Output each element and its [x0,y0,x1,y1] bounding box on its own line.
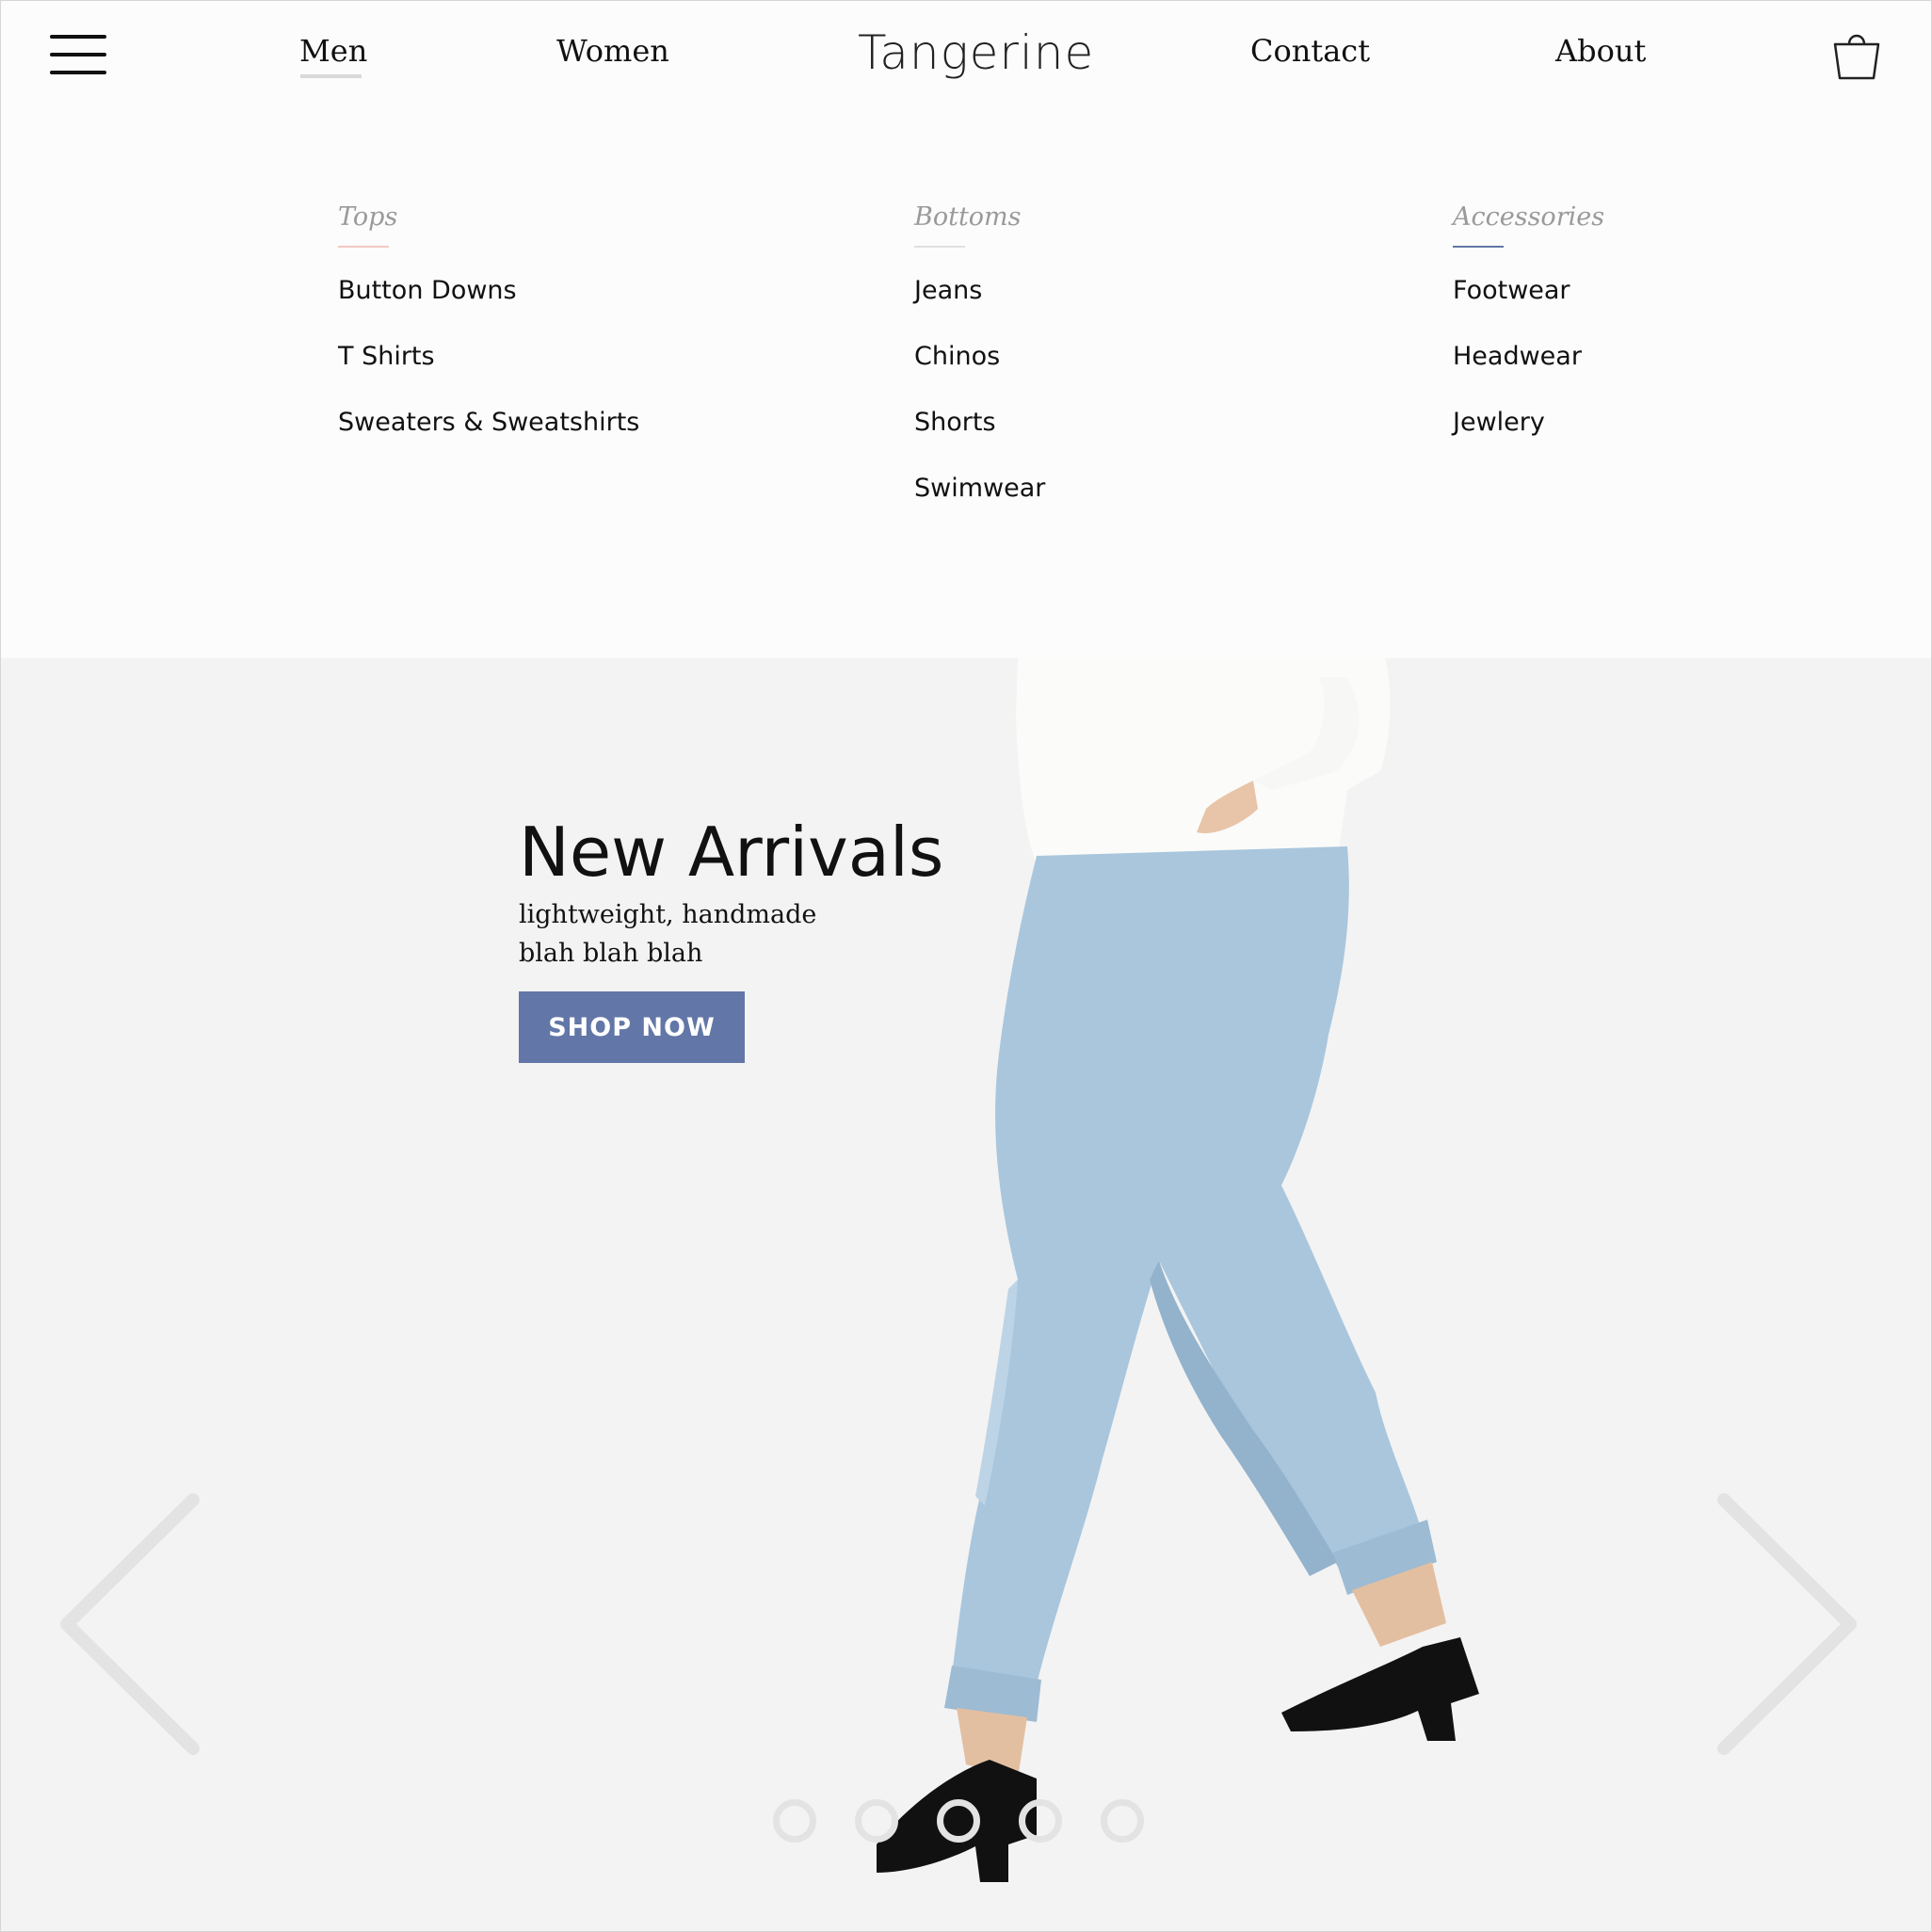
carousel-dot[interactable] [1101,1799,1144,1843]
shop-now-button[interactable]: SHOP NOW [519,991,745,1063]
nav-contact[interactable]: Contact [1250,33,1370,69]
menu-item-headwear[interactable]: Headwear [1453,340,1604,374]
carousel-next-arrow-icon[interactable] [1709,1490,1860,1763]
mega-menu: Tops Button Downs T Shirts Sweaters & Sw… [1,114,1931,658]
hero-title: New Arrivals [519,813,944,892]
menu-item-jewlery[interactable]: Jewlery [1453,406,1604,440]
menu-column-tops: Tops Button Downs T Shirts Sweaters & Sw… [338,201,639,472]
menu-item-jeans[interactable]: Jeans [914,274,1045,308]
shopping-bag-icon[interactable] [1832,27,1881,84]
menu-item-chinos[interactable]: Chinos [914,340,1045,374]
column-title-bottoms: Bottoms [914,202,1022,232]
hero-subtitle: lightweight, handmade blah blah blah [519,900,817,968]
menu-column-accessories: Accessories Footwear Headwear Jewlery [1453,201,1604,472]
column-title-accessories: Accessories [1453,202,1605,232]
column-title-tops: Tops [338,202,398,232]
hero-carousel [1,658,1931,1931]
menu-item-swimwear[interactable]: Swimwear [914,472,1045,506]
column-underline [338,246,389,248]
nav-about[interactable]: About [1555,33,1646,69]
menu-item-shorts[interactable]: Shorts [914,406,1045,440]
carousel-dot[interactable] [855,1799,898,1843]
carousel-pagination [773,1799,1159,1856]
brand-logo[interactable]: Tangerine [858,25,1094,80]
column-underline [1453,246,1504,248]
site-header: Men Women Tangerine Contact About [1,1,1931,114]
carousel-prev-arrow-icon[interactable] [57,1490,208,1763]
page-frame: Men Women Tangerine Contact About Tops B… [0,0,1932,1932]
menu-item-sweaters[interactable]: Sweaters & Sweatshirts [338,406,639,440]
hamburger-menu-icon[interactable] [50,35,106,74]
nav-men[interactable]: Men [299,33,367,69]
hamburger-line [50,53,106,56]
menu-column-bottoms: Bottoms Jeans Chinos Shorts Swimwear [914,201,1045,538]
active-nav-underline [300,74,362,78]
hamburger-line [50,35,106,39]
menu-item-button-downs[interactable]: Button Downs [338,274,639,308]
carousel-dot[interactable] [937,1799,980,1843]
menu-item-footwear[interactable]: Footwear [1453,274,1604,308]
carousel-dot[interactable] [773,1799,816,1843]
nav-women[interactable]: Women [556,33,669,69]
menu-item-t-shirts[interactable]: T Shirts [338,340,639,374]
hamburger-line [50,71,106,74]
column-underline [914,246,965,248]
carousel-dot[interactable] [1019,1799,1062,1843]
